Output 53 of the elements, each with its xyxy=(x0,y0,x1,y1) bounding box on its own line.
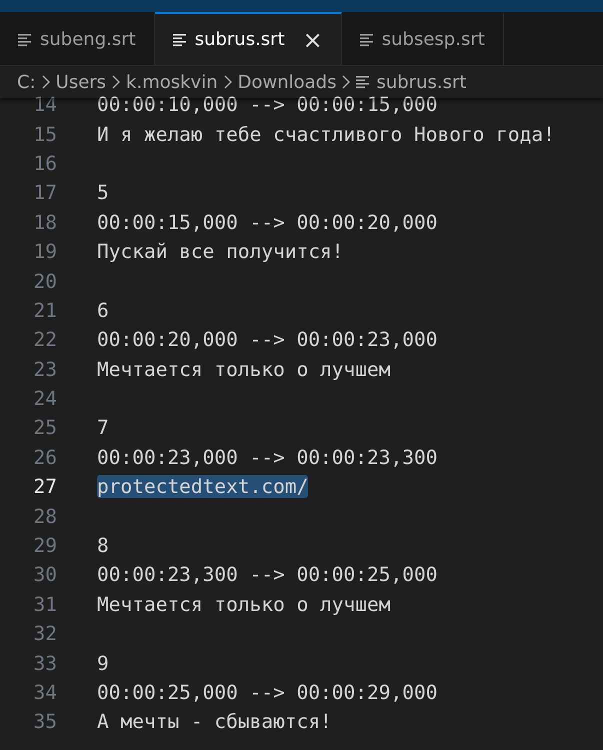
file-lines-icon xyxy=(360,32,374,46)
code-line: 00:00:25,000 --> 00:00:29,000 xyxy=(97,681,438,704)
chevron-right-icon xyxy=(342,75,350,89)
code-line: Мечтается только о лучшем xyxy=(97,592,390,616)
chevron-right-icon xyxy=(42,75,50,89)
line-number: 32 xyxy=(32,622,57,646)
line-number: 16 xyxy=(32,152,57,175)
line-number: 29 xyxy=(32,534,57,558)
breadcrumb-item[interactable]: k.moskvin xyxy=(126,72,218,92)
code-line: А мечты - сбываются! xyxy=(97,710,332,734)
line-number: 27 xyxy=(32,475,57,498)
breadcrumb-item[interactable]: C: xyxy=(17,72,36,92)
code-line: 00:00:20,000 --> 00:00:23,000 xyxy=(97,328,438,352)
chevron-right-icon xyxy=(112,75,120,89)
line-number: 35 xyxy=(32,710,57,734)
code-line: 5 xyxy=(97,181,109,204)
breadcrumb-item[interactable]: Users xyxy=(56,72,106,92)
line-number: 15 xyxy=(32,122,57,146)
line-number: 34 xyxy=(32,681,57,704)
line-number: 33 xyxy=(32,652,57,675)
code-line: 8 xyxy=(97,534,109,558)
line-number: 22 xyxy=(32,328,57,352)
close-icon[interactable]: × xyxy=(302,28,323,52)
file-lines-icon xyxy=(172,32,187,46)
file-lines-icon xyxy=(356,75,370,89)
line-number: 26 xyxy=(32,446,57,469)
line-number: 30 xyxy=(32,563,57,586)
code-line: 6 xyxy=(97,298,109,322)
line-number: 25 xyxy=(32,416,57,440)
code-line: Пускай все получится! xyxy=(97,240,344,264)
line-number: 17 xyxy=(32,181,57,204)
line-number: 20 xyxy=(32,270,57,293)
line-number: 14 xyxy=(32,93,57,116)
line-number: 28 xyxy=(32,504,57,528)
code-line: 00:00:10,000 --> 00:00:15,000 xyxy=(97,93,438,116)
line-number: 31 xyxy=(32,592,57,616)
code-line: 00:00:15,000 --> 00:00:20,000 xyxy=(97,210,438,234)
line-number: 18 xyxy=(32,210,57,234)
code-line: 7 xyxy=(97,416,109,440)
line-number: 21 xyxy=(32,298,57,322)
editor-tab[interactable]: subrus.srt × xyxy=(154,12,342,65)
chevron-right-icon xyxy=(224,75,232,89)
breadcrumb-item[interactable]: subrus.srt xyxy=(376,72,466,92)
breadcrumb-item[interactable]: Downloads xyxy=(238,72,336,92)
code-line: И я желаю тебе счастливого Нового года! xyxy=(97,122,555,146)
line-number: 19 xyxy=(32,240,57,264)
code-line: Мечтается только о лучшем xyxy=(97,358,390,381)
code-line: 00:00:23,000 --> 00:00:23,300 xyxy=(97,446,438,469)
line-number: 23 xyxy=(32,358,57,381)
file-lines-icon xyxy=(18,32,32,46)
code-line: 00:00:23,300 --> 00:00:25,000 xyxy=(97,563,438,586)
code-line: 9 xyxy=(97,652,109,675)
line-number: 24 xyxy=(32,387,57,410)
